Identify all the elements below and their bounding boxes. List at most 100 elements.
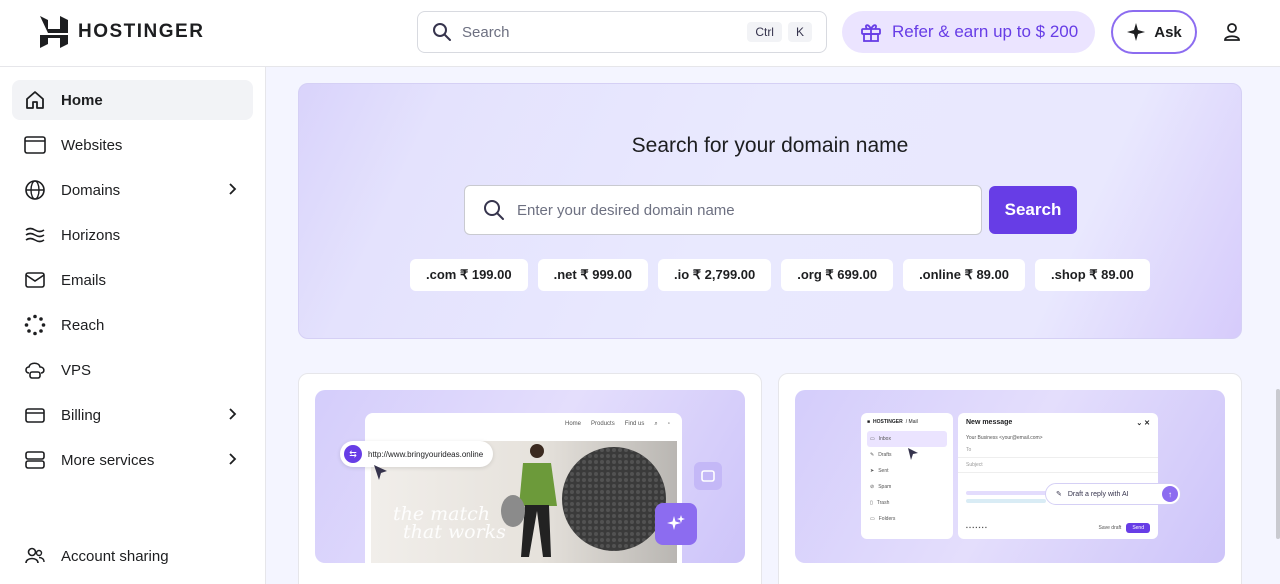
- mockup-nav-home: Home: [565, 421, 582, 427]
- ask-label: Ask: [1154, 23, 1182, 41]
- folder-spam: ⊘ Spam: [870, 484, 892, 490]
- chevron-right-icon: [229, 453, 237, 465]
- ai-sparkle-icon: [655, 503, 697, 545]
- folder-trash: ▯ Trash: [870, 500, 890, 506]
- domain-input-placeholder: Enter your desired domain name: [517, 201, 735, 219]
- pencil-sparkle-icon: ✎: [1056, 491, 1062, 498]
- domain-search-card: Search for your domain name Enter your d…: [298, 83, 1242, 339]
- sidebar-item-websites[interactable]: Websites: [12, 125, 253, 165]
- tld-price-list: .com ₹ 199.00 .net ₹ 999.00 .io ₹ 2,799.…: [410, 259, 1150, 291]
- cursor-arrow-icon: [374, 465, 387, 480]
- hostinger-logo[interactable]: HOSTINGER: [40, 16, 204, 48]
- sidebar-item-emails[interactable]: Emails: [12, 260, 253, 300]
- url-text: http://www.bringyourideas.online: [368, 449, 484, 459]
- tld-chip-org[interactable]: .org ₹ 699.00: [781, 259, 894, 291]
- compose-toolbar: ▪ ▪ ▪ ▪ ▪ ▪ ▪ Save draft Send: [966, 523, 1150, 533]
- tagline-line-2: that works: [403, 521, 506, 543]
- sidebar-item-domains[interactable]: Domains: [12, 170, 253, 210]
- ai-star-icon: [1127, 23, 1146, 41]
- ai-pill-text: Draft a reply with AI: [1067, 490, 1129, 498]
- dotted-circle-icon: [24, 314, 46, 336]
- shortcut-key-ctrl: Ctrl: [747, 22, 782, 42]
- mail-brand-text: HOSTINGER: [873, 419, 903, 425]
- send-icon: ➤: [870, 468, 875, 474]
- tld-chip-net[interactable]: .net ₹ 999.00: [537, 259, 648, 291]
- ask-ai-button[interactable]: Ask: [1111, 10, 1197, 54]
- tld-chip-online[interactable]: .online ₹ 89.00: [903, 259, 1025, 291]
- sidebar-item-more-services[interactable]: More services: [12, 440, 253, 480]
- sidebar-item-label: Emails: [61, 271, 107, 289]
- sidebar-item-label: Home: [61, 91, 103, 109]
- waves-icon: [24, 224, 46, 246]
- mail-sidebar-mockup: ■ HOSTINGER / Mail ▭ Inbox ✎ Drafts ➤ Sent …: [861, 413, 953, 539]
- sidebar-item-home[interactable]: Home: [12, 80, 253, 120]
- website-builder-promo-card[interactable]: Home Products Find us ⌕ ▫ the match that…: [298, 373, 762, 584]
- global-search[interactable]: Search Ctrl K: [417, 11, 827, 53]
- inbox-icon: ▭: [870, 436, 875, 442]
- compose-subject: Subject: [958, 458, 1158, 473]
- sidebar-item-label: Account sharing: [61, 547, 169, 565]
- stack-icon: [24, 449, 46, 471]
- sidebar-item-billing[interactable]: Billing: [12, 395, 253, 435]
- chevron-right-icon: [229, 408, 237, 420]
- user-account-button[interactable]: [1220, 20, 1244, 49]
- search-icon: [484, 200, 504, 220]
- send-button-mockup: Send: [1126, 523, 1150, 533]
- tagline: the match that works: [393, 505, 506, 543]
- text-placeholder-bar: [966, 499, 1046, 503]
- domain-search-title: Search for your domain name: [631, 134, 909, 157]
- browser-mockup: Home Products Find us ⌕ ▫ the match that…: [365, 413, 682, 563]
- sidebar-item-label: VPS: [61, 361, 92, 379]
- top-bar: HOSTINGER Search Ctrl K Refer & earn up …: [0, 0, 1280, 67]
- scrollbar[interactable]: [1276, 389, 1280, 539]
- website-builder-illustration: Home Products Find us ⌕ ▫ the match that…: [315, 390, 745, 563]
- tld-chip-io[interactable]: .io ₹ 2,799.00: [657, 259, 772, 291]
- tld-chip-com[interactable]: .com ₹ 199.00: [410, 259, 528, 291]
- format-icons: ▪ ▪ ▪ ▪ ▪ ▪ ▪: [966, 525, 987, 531]
- sidebar-item-account-sharing[interactable]: Account sharing: [12, 536, 253, 576]
- credit-card-icon: [24, 404, 46, 426]
- sidebar-item-label: Horizons: [61, 226, 121, 244]
- search-icon: [433, 23, 451, 41]
- compose-header: New message ⌄ ✕: [958, 413, 1158, 433]
- mail-brand-suffix: / Mail: [905, 419, 918, 425]
- draft-icon: ✎: [870, 452, 875, 458]
- sidebar: Home Websites Domains Horizons Emails Re…: [0, 67, 266, 584]
- compose-window-mockup: New message ⌄ ✕ Your Business <your@emai…: [958, 413, 1158, 539]
- domain-search-input[interactable]: Enter your desired domain name: [464, 185, 982, 235]
- window-icon: [694, 462, 722, 490]
- swap-icon: ⇆: [344, 445, 362, 463]
- ai-mail-promo-card[interactable]: ■ HOSTINGER / Mail ▭ Inbox ✎ Drafts ➤ Sent …: [778, 373, 1242, 584]
- refer-earn-button[interactable]: Refer & earn up to $ 200: [842, 11, 1095, 53]
- folder-sent: ➤ Sent: [870, 468, 889, 474]
- gift-icon: [861, 24, 881, 42]
- domain-search-button[interactable]: Search: [989, 186, 1077, 234]
- tld-chip-shop[interactable]: .shop ₹ 89.00: [1034, 259, 1150, 291]
- compose-to: To: [958, 443, 1158, 458]
- folder-folders: ▭ Folders: [870, 516, 896, 522]
- url-pill: ⇆ http://www.bringyourideas.online: [340, 441, 494, 467]
- ai-draft-pill: ✎ Draft a reply with AI ↑: [1045, 483, 1181, 505]
- mockup-nav-products: Products: [591, 421, 615, 427]
- compose-title: New message: [966, 419, 1013, 426]
- mail-brand: ■ HOSTINGER / Mail: [867, 419, 947, 425]
- trash-icon: ▯: [870, 500, 873, 506]
- refer-label: Refer & earn up to $ 200: [892, 22, 1079, 41]
- sidebar-item-reach[interactable]: Reach: [12, 305, 253, 345]
- sidebar-item-vps[interactable]: VPS: [12, 350, 253, 390]
- hostinger-logo-icon: [40, 16, 68, 48]
- sidebar-item-label: Reach: [61, 316, 105, 334]
- search-icon: ⌕: [654, 421, 658, 427]
- sidebar-item-horizons[interactable]: Horizons: [12, 215, 253, 255]
- spam-icon: ⊘: [870, 484, 875, 490]
- arrow-up-icon: ↑: [1162, 486, 1178, 502]
- folder-icon: ▭: [870, 516, 875, 522]
- save-draft-label: Save draft: [1098, 525, 1122, 531]
- lock-icon: ▫: [667, 421, 670, 427]
- ai-mail-illustration: ■ HOSTINGER / Mail ▭ Inbox ✎ Drafts ➤ Sent …: [795, 390, 1225, 563]
- mockup-nav: Home Products Find us ⌕ ▫: [565, 421, 670, 428]
- mockup-nav-find: Find us: [624, 421, 645, 427]
- sidebar-item-label: Billing: [61, 406, 102, 424]
- mail-icon: [24, 269, 46, 291]
- user-icon: [1224, 23, 1240, 41]
